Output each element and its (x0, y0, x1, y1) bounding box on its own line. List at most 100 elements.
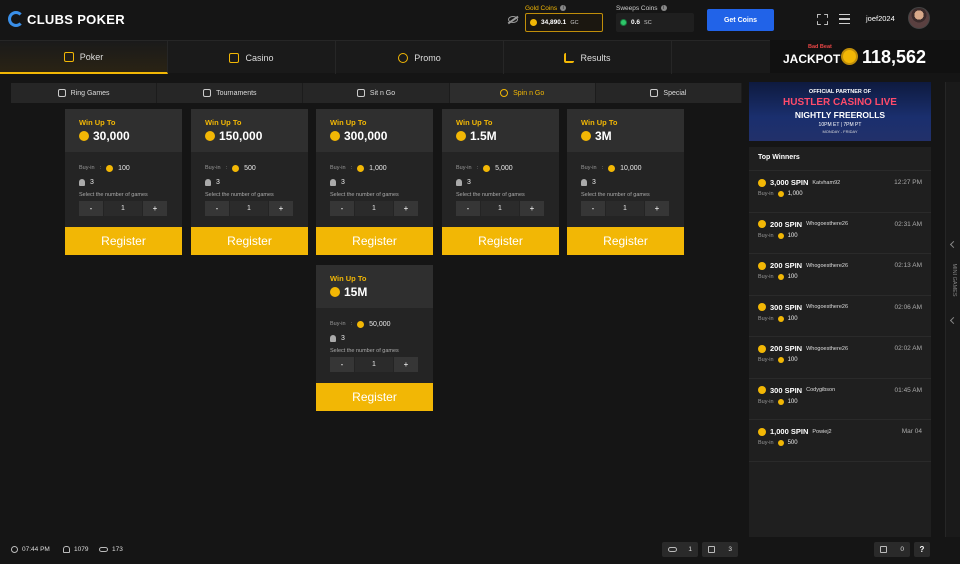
decrement-button[interactable]: - (330, 357, 354, 372)
buyin-colon: : (476, 165, 479, 171)
select-games-label: Select the number of games (581, 192, 650, 198)
subtab-ring-games[interactable]: Ring Games (11, 83, 158, 103)
avatar[interactable] (908, 7, 930, 29)
increment-button[interactable]: + (520, 201, 544, 216)
gold-coin-icon (777, 315, 784, 322)
menu-icon[interactable] (839, 14, 850, 24)
players-icon (330, 334, 336, 342)
mini-games-rail[interactable]: MINI GAMES (945, 82, 960, 537)
games-count[interactable]: 1 (355, 357, 393, 372)
hide-balance-icon[interactable] (508, 16, 518, 23)
players-icon (456, 178, 462, 186)
gold-coin-icon (841, 48, 858, 65)
sweeps-coins-value: 0.6 (631, 19, 641, 26)
chevron-left-icon[interactable] (949, 316, 958, 325)
logo[interactable]: CLUBS POKER (8, 11, 125, 27)
sweeps-coins-label: Sweeps Coins (616, 4, 658, 12)
buyin-label: Buy-in (758, 191, 774, 197)
winner-name: Whogoesthere26 (806, 304, 848, 310)
register-button[interactable]: Register (316, 383, 433, 411)
decrement-button[interactable]: - (581, 201, 605, 216)
tab-results[interactable]: Results (504, 41, 672, 74)
gold-coin-icon (483, 164, 491, 172)
winner-time: 02:13 AM (894, 262, 922, 269)
subtab-sit-n-go[interactable]: Sit n Go (303, 83, 450, 103)
buyin-row: Buy-in: 10,000 (581, 161, 684, 175)
chat-button[interactable]: 0 (874, 542, 910, 557)
subtab-special[interactable]: Special (596, 83, 743, 103)
games-count[interactable]: 1 (355, 201, 393, 216)
decrement-button[interactable]: - (330, 201, 354, 216)
game-type-tabs: Ring Games Tournaments Sit n Go Spin n G… (11, 83, 743, 103)
fullscreen-icon[interactable] (817, 14, 828, 25)
card-body: Buy-in: 500 3 Select the number of games -1 + (191, 152, 308, 216)
get-coins-button[interactable]: Get Coins (707, 9, 774, 31)
register-button[interactable]: Register (316, 227, 433, 255)
gold-coin-icon (330, 287, 340, 297)
games-count[interactable]: 1 (104, 201, 142, 216)
tab-poker[interactable]: Poker (0, 41, 168, 74)
open-tables-button[interactable]: 1 (662, 542, 698, 557)
increment-button[interactable]: + (143, 201, 167, 216)
buyin-label: Buy-in (330, 321, 346, 327)
trophy-icon (203, 89, 212, 97)
players-row: 3 (330, 175, 433, 189)
my-tournaments-button[interactable]: 3 (702, 542, 738, 557)
gold-coin-icon (758, 220, 766, 228)
register-button[interactable]: Register (65, 227, 182, 255)
info-icon[interactable]: i (660, 5, 667, 11)
top-winners-title: Top Winners (749, 147, 931, 171)
games-count[interactable]: 1 (481, 201, 519, 216)
gold-coin-icon (777, 232, 784, 239)
gold-coin-icon (777, 357, 784, 363)
increment-button[interactable]: + (394, 357, 418, 372)
select-games-label: Select the number of games (205, 192, 274, 198)
banner-headline: NIGHTLY FREEROLLS (794, 110, 886, 120)
decrement-button[interactable]: - (456, 201, 480, 216)
bad-beat-jackpot[interactable]: Bad Beat JACKPOT 118,562 (770, 40, 960, 73)
spin-card: Win Up To 30,000 Buy-in: 100 3 Select the num… (65, 109, 182, 255)
buyin-label: Buy-in (205, 165, 221, 171)
select-games-label: Select the number of games (330, 192, 399, 198)
username[interactable]: joef2024 (866, 14, 895, 23)
subtab-tournaments[interactable]: Tournaments (157, 83, 304, 103)
games-stepper: -1 + (581, 201, 684, 216)
tab-promo[interactable]: Promo (336, 41, 504, 74)
card-body: Buy-in: 100 3 Select the number of games -1 + (65, 152, 182, 216)
increment-button[interactable]: + (394, 201, 418, 216)
hustler-casino-live-banner[interactable]: OFFICIAL PARTNER OF HUSTLER CASINO LIVE … (749, 82, 931, 141)
trophy-icon (356, 89, 365, 97)
win-amount: 3M (595, 129, 612, 143)
games-count[interactable]: 1 (230, 201, 268, 216)
sweeps-coins-unit: SC (644, 19, 652, 26)
tab-casino[interactable]: Casino (168, 41, 336, 74)
register-button[interactable]: Register (567, 227, 684, 255)
buyin-value: 10,000 (620, 164, 642, 172)
info-icon[interactable]: i (560, 5, 567, 11)
online-players: 1079 (63, 546, 88, 553)
increment-button[interactable]: + (645, 201, 669, 216)
sweeps-coins-wallet[interactable]: Sweeps Coins i 0.6 SC (616, 4, 694, 32)
subtab-spin-n-go[interactable]: Spin n Go (449, 83, 596, 103)
status-bar: 07:44 PM 1079 173 1 3 0 ? (0, 539, 960, 564)
register-button[interactable]: Register (191, 227, 308, 255)
winner-time: Mar 04 (901, 428, 922, 435)
players-value: 3 (90, 178, 94, 186)
winner-prize: 1,000 SPIN (770, 427, 809, 436)
select-games-label: Select the number of games (79, 192, 148, 198)
spin-card: Win Up To 150,000 Buy-in: 500 3 Select the nu… (191, 109, 308, 255)
winner-buyin: 100 (787, 232, 798, 239)
banner-brand: HUSTLER CASINO LIVE (783, 97, 897, 108)
top-winners-panel: Top Winners 3,000 SPIN Katvham92 12:27 PM B… (749, 147, 931, 537)
games-count[interactable]: 1 (606, 201, 644, 216)
sweeps-coin-icon (620, 19, 627, 26)
help-button[interactable]: ? (914, 542, 930, 557)
register-button[interactable]: Register (442, 227, 559, 255)
win-label: Win Up To (330, 118, 367, 127)
chevron-left-icon[interactable] (949, 240, 958, 249)
decrement-button[interactable]: - (79, 201, 103, 216)
increment-button[interactable]: + (269, 201, 293, 216)
gold-coins-wallet[interactable]: Gold Coins i 34,890.1 GC (525, 4, 603, 32)
buyin-row: Buy-in: 1,000 (330, 161, 433, 175)
decrement-button[interactable]: - (205, 201, 229, 216)
